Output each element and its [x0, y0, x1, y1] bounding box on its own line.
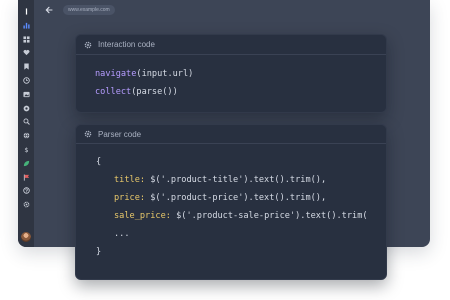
svg-text:$: $ [24, 146, 28, 153]
help-icon[interactable] [22, 187, 30, 195]
flag-icon[interactable] [23, 174, 30, 181]
close-brace: } [96, 247, 102, 257]
settings-icon[interactable] [23, 105, 30, 112]
code-line: collect(parse()) [95, 87, 178, 97]
clock-icon[interactable] [22, 77, 30, 84]
function-name: navigate [95, 69, 137, 79]
field-value: $('.product-sale-price').text().trim( [176, 211, 368, 221]
bookmark-icon[interactable] [23, 63, 30, 70]
avatar[interactable] [21, 232, 31, 242]
globe-icon[interactable] [23, 132, 30, 139]
interaction-code-block: navigate(input.url) collect(parse()) [76, 55, 386, 97]
field-key: sale_price: [114, 211, 171, 221]
sidebar: $ [18, 0, 34, 247]
field-key: title: [114, 175, 146, 185]
heart-icon[interactable] [23, 49, 30, 56]
code-line: navigate(input.url) [95, 69, 193, 79]
code-line: sale_price: $('.product-sale-price').tex… [114, 211, 368, 221]
open-brace: { [96, 157, 102, 167]
field-value: $('.product-title').text().trim(), [150, 175, 327, 185]
back-arrow-icon[interactable] [44, 5, 54, 15]
field-key: price: [114, 193, 146, 203]
parser-code-block: { title: $('.product-title').text().trim… [76, 144, 384, 269]
ellipsis: ... [114, 229, 130, 239]
function-name: collect [95, 87, 132, 97]
leaf-icon[interactable] [23, 160, 30, 167]
code-args: (parse()) [131, 87, 178, 97]
field-value: $('.product-price').text().trim(), [150, 193, 327, 203]
parser-card-header: Parser code [76, 125, 386, 144]
interaction-card-title: Interaction code [98, 40, 155, 49]
parser-card-title: Parser code [98, 129, 142, 139]
interaction-card-header: Interaction code [76, 35, 386, 55]
search-icon[interactable] [23, 118, 30, 126]
dollar-icon[interactable]: $ [23, 146, 30, 153]
code-line: price: $('.product-price').text().trim()… [114, 193, 326, 203]
menu-icon[interactable] [23, 8, 30, 15]
interaction-code-card: Interaction code navigate(input.url) col… [75, 34, 387, 113]
grid-icon[interactable] [22, 36, 30, 43]
settings-gear-icon [84, 130, 92, 138]
code-args: (input.url) [136, 69, 194, 79]
bar-chart-icon[interactable] [22, 22, 30, 29]
gear-icon[interactable] [23, 201, 30, 208]
url-bar[interactable]: www.example.com [63, 5, 115, 15]
browser-topbar: www.example.com [34, 0, 430, 20]
parser-code-card: Parser code { title: $('.product-title')… [75, 124, 387, 280]
settings-gear-icon [84, 41, 92, 48]
code-line: title: $('.product-title').text().trim()… [114, 175, 326, 185]
image-icon[interactable] [22, 91, 30, 98]
